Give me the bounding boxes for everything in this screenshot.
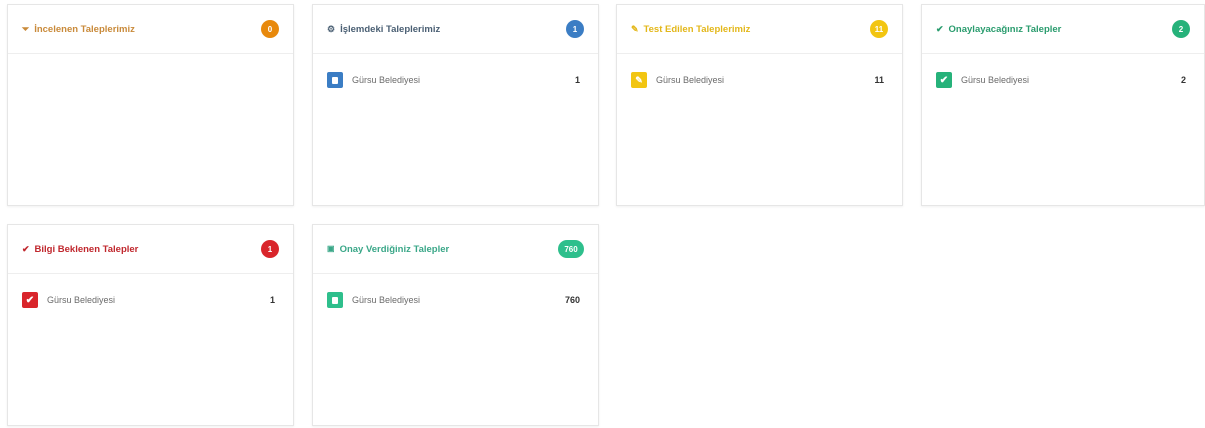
filter-icon: ⏷ bbox=[22, 23, 30, 34]
count-badge: 760 bbox=[558, 240, 584, 258]
count-badge: 1 bbox=[261, 240, 279, 258]
check-icon: ✔ bbox=[22, 243, 30, 254]
card-incelenen: ⏷ İncelenen Taleplerimiz 0 bbox=[7, 4, 294, 206]
count-badge: 2 bbox=[1172, 20, 1190, 38]
row-count: 1 bbox=[269, 295, 275, 305]
checkbox-icon: ✔ bbox=[22, 292, 38, 308]
edit-icon: ✎ bbox=[631, 23, 639, 34]
card-title-label: İşlemdeki Taleplerimiz bbox=[340, 23, 441, 35]
card-title-label: Onay Verdiğiniz Talepler bbox=[339, 243, 450, 255]
card-title[interactable]: ✔ Bilgi Beklenen Talepler bbox=[22, 244, 138, 255]
count-badge: 11 bbox=[870, 20, 888, 38]
card-onay-verdiginiz: ▣ Onay Verdiğiniz Talepler 760 Gürsu Bel… bbox=[312, 224, 599, 426]
checkbox-icon: ✔ bbox=[936, 72, 952, 88]
row-count: 2 bbox=[1180, 75, 1186, 85]
count-badge: 1 bbox=[566, 20, 584, 38]
row-label: Gürsu Belediyesi bbox=[352, 75, 421, 85]
card-title-label: Onaylayacağınız Talepler bbox=[948, 23, 1062, 35]
card-title[interactable]: ✔ Onaylayacağınız Talepler bbox=[936, 24, 1061, 35]
card-title[interactable]: ✎ Test Edilen Taleplerimiz bbox=[631, 24, 750, 35]
gear-icon: ⚙ bbox=[327, 23, 336, 34]
card-header: ✔ Bilgi Beklenen Talepler 1 bbox=[8, 225, 293, 274]
edit-icon: ✎ bbox=[631, 72, 647, 88]
card-title-label: İncelenen Taleplerimiz bbox=[34, 23, 135, 35]
card-title[interactable]: ⚙ İşlemdeki Taleplerimiz bbox=[327, 24, 440, 35]
row-count: 11 bbox=[874, 75, 884, 85]
document-icon bbox=[327, 72, 343, 88]
card-title-label: Test Edilen Taleplerimiz bbox=[643, 23, 751, 35]
row-count: 1 bbox=[574, 75, 580, 85]
lock-icon: ▣ bbox=[327, 244, 335, 253]
row-label: Gürsu Belediyesi bbox=[961, 75, 1030, 85]
card-header: ⚙ İşlemdeki Taleplerimiz 1 bbox=[313, 5, 598, 54]
count-badge: 0 bbox=[261, 20, 279, 38]
card-test-edilen: ✎ Test Edilen Taleplerimiz 11 ✎ Gürsu Be… bbox=[616, 4, 903, 206]
row-label: Gürsu Belediyesi bbox=[656, 75, 725, 85]
card-bilgi-beklenen: ✔ Bilgi Beklenen Talepler 1 ✔ Gürsu Bele… bbox=[7, 224, 294, 426]
card-title[interactable]: ⏷ İncelenen Taleplerimiz bbox=[22, 24, 135, 35]
list-item[interactable]: Gürsu Belediyesi 1 bbox=[327, 70, 584, 90]
card-onaylayacaginiz: ✔ Onaylayacağınız Talepler 2 ✔ Gürsu Bel… bbox=[921, 4, 1205, 206]
card-title[interactable]: ▣ Onay Verdiğiniz Talepler bbox=[327, 244, 449, 255]
card-islemdeki: ⚙ İşlemdeki Taleplerimiz 1 Gürsu Belediy… bbox=[312, 4, 599, 206]
list-item[interactable]: Gürsu Belediyesi 760 bbox=[327, 290, 584, 310]
card-header: ▣ Onay Verdiğiniz Talepler 760 bbox=[313, 225, 598, 274]
row-count: 760 bbox=[564, 295, 580, 305]
list-item[interactable]: ✔ Gürsu Belediyesi 2 bbox=[936, 70, 1190, 90]
card-header: ✔ Onaylayacağınız Talepler 2 bbox=[922, 5, 1204, 54]
card-header: ✎ Test Edilen Taleplerimiz 11 bbox=[617, 5, 902, 54]
list-item[interactable]: ✔ Gürsu Belediyesi 1 bbox=[22, 290, 279, 310]
lock-icon bbox=[327, 292, 343, 308]
card-title-label: Bilgi Beklenen Talepler bbox=[34, 243, 139, 255]
row-label: Gürsu Belediyesi bbox=[47, 295, 116, 305]
check-icon: ✔ bbox=[936, 23, 944, 34]
list-item[interactable]: ✎ Gürsu Belediyesi 11 bbox=[631, 70, 888, 90]
row-label: Gürsu Belediyesi bbox=[352, 295, 421, 305]
card-header: ⏷ İncelenen Taleplerimiz 0 bbox=[8, 5, 293, 54]
